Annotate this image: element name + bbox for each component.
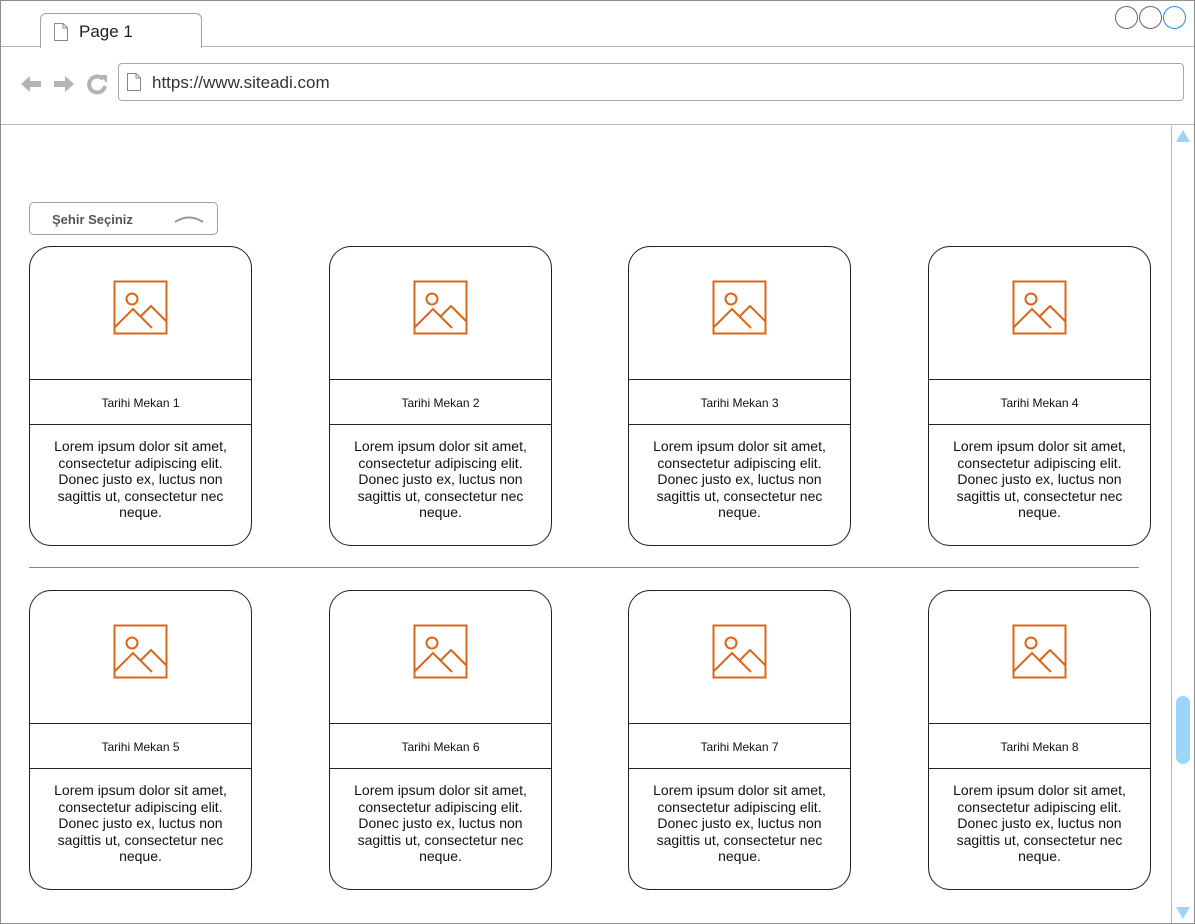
address-bar[interactable]: https://www.siteadi.com [118, 63, 1184, 101]
place-card[interactable]: Tarihi Mekan 3 Lorem ipsum dolor sit ame… [628, 246, 851, 546]
place-card[interactable]: Tarihi Mekan 4 Lorem ipsum dolor sit ame… [928, 246, 1151, 546]
card-image [629, 591, 850, 724]
page-content: Şehir Seçiniz Tarihi Mekan 1 Lorem ipsum… [1, 126, 1171, 923]
city-select-dropdown[interactable]: Şehir Seçiniz [29, 202, 218, 235]
card-description: Lorem ipsum dolor sit amet, consectetur … [653, 438, 826, 520]
reload-icon[interactable] [86, 73, 108, 95]
page-icon [127, 73, 141, 91]
card-title: Tarihi Mekan 7 [629, 724, 850, 769]
card-description: Lorem ipsum dolor sit amet, consectetur … [653, 782, 826, 864]
browser-tab[interactable]: Page 1 [40, 13, 202, 48]
card-image [30, 247, 251, 380]
place-card[interactable]: Tarihi Mekan 5 Lorem ipsum dolor sit ame… [29, 590, 252, 890]
card-image [929, 591, 1150, 724]
image-placeholder-icon [413, 624, 468, 679]
card-title: Tarihi Mekan 8 [929, 724, 1150, 769]
page-icon [54, 23, 68, 41]
city-select-label: Şehir Seçiniz [52, 212, 133, 227]
browser-window: Page 1 https://www.siteadi.com Şehir Seç… [0, 0, 1195, 924]
tab-bar: Page 1 [1, 1, 1194, 48]
card-title: Tarihi Mekan 3 [629, 380, 850, 425]
row-divider [29, 567, 1139, 568]
card-description: Lorem ipsum dolor sit amet, consectetur … [54, 438, 227, 520]
card-title: Tarihi Mekan 5 [30, 724, 251, 769]
minimize-icon[interactable] [1115, 6, 1138, 29]
image-placeholder-icon [712, 280, 767, 335]
card-title: Tarihi Mekan 2 [330, 380, 551, 425]
scroll-up-arrow-icon[interactable] [1176, 130, 1190, 142]
card-image [330, 247, 551, 380]
card-description: Lorem ipsum dolor sit amet, consectetur … [953, 438, 1126, 520]
scrollbar-thumb[interactable] [1176, 696, 1190, 764]
image-placeholder-icon [113, 280, 168, 335]
card-description: Lorem ipsum dolor sit amet, consectetur … [54, 782, 227, 864]
tab-title: Page 1 [79, 22, 133, 41]
place-card[interactable]: Tarihi Mekan 7 Lorem ipsum dolor sit ame… [628, 590, 851, 890]
image-placeholder-icon [113, 624, 168, 679]
place-card[interactable]: Tarihi Mekan 1 Lorem ipsum dolor sit ame… [29, 246, 252, 546]
image-placeholder-icon [1012, 624, 1067, 679]
card-image [629, 247, 850, 380]
url-text: https://www.siteadi.com [152, 73, 330, 92]
card-description: Lorem ipsum dolor sit amet, consectetur … [354, 782, 527, 864]
forward-arrow-icon[interactable] [53, 73, 75, 95]
place-card[interactable]: Tarihi Mekan 8 Lorem ipsum dolor sit ame… [928, 590, 1151, 890]
card-title: Tarihi Mekan 4 [929, 380, 1150, 425]
card-description: Lorem ipsum dolor sit amet, consectetur … [953, 782, 1126, 864]
chevron-up-icon [174, 216, 204, 223]
card-image [929, 247, 1150, 380]
close-icon[interactable] [1163, 6, 1186, 29]
image-placeholder-icon [1012, 280, 1067, 335]
maximize-icon[interactable] [1139, 6, 1162, 29]
card-title: Tarihi Mekan 1 [30, 380, 251, 425]
card-title: Tarihi Mekan 6 [330, 724, 551, 769]
window-controls [1114, 6, 1186, 29]
vertical-scrollbar[interactable] [1171, 126, 1194, 923]
back-arrow-icon[interactable] [20, 73, 42, 95]
navigation-bar: https://www.siteadi.com [1, 48, 1194, 125]
image-placeholder-icon [712, 624, 767, 679]
card-description: Lorem ipsum dolor sit amet, consectetur … [354, 438, 527, 520]
scroll-down-arrow-icon[interactable] [1176, 907, 1190, 919]
card-image [330, 591, 551, 724]
image-placeholder-icon [413, 280, 468, 335]
card-image [30, 591, 251, 724]
place-card[interactable]: Tarihi Mekan 2 Lorem ipsum dolor sit ame… [329, 246, 552, 546]
place-card[interactable]: Tarihi Mekan 6 Lorem ipsum dolor sit ame… [329, 590, 552, 890]
